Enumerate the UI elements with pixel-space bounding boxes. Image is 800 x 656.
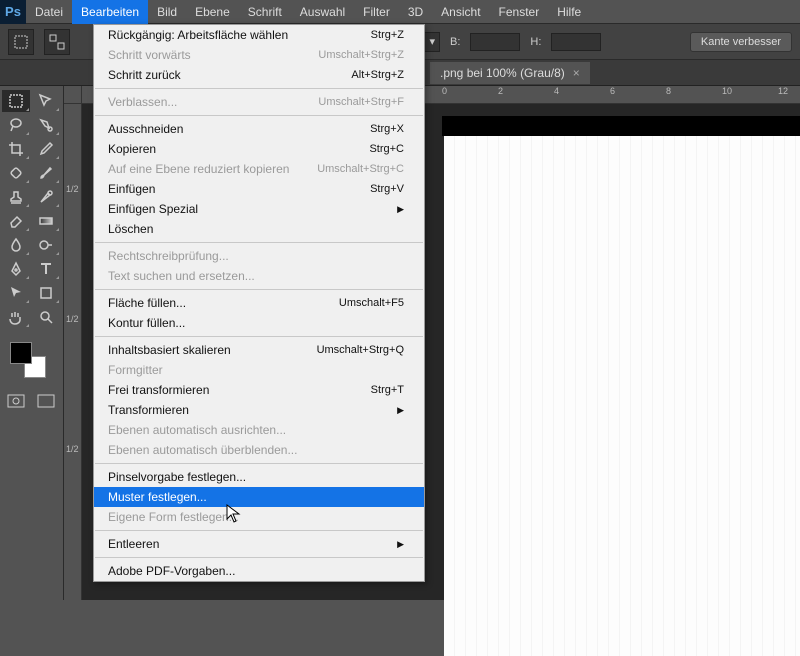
menu-item[interactable]: Pinselvorgabe festlegen... <box>94 467 424 487</box>
crop-tool[interactable] <box>2 138 30 160</box>
screenmode-icon[interactable] <box>32 390 60 412</box>
menu-item[interactable]: Fläche füllen...Umschalt+F5 <box>94 293 424 313</box>
menu-schrift[interactable]: Schrift <box>239 0 291 24</box>
current-tool-icon[interactable] <box>8 29 34 55</box>
menu-item[interactable]: Entleeren▶ <box>94 534 424 554</box>
stamp-tool[interactable] <box>2 186 30 208</box>
width-label: B: <box>450 36 460 48</box>
menu-bearbeiten[interactable]: Bearbeiten <box>72 0 148 24</box>
menu-item: Auf eine Ebene reduziert kopierenUmschal… <box>94 159 424 179</box>
marquee-tool[interactable] <box>2 90 30 112</box>
menu-auswahl[interactable]: Auswahl <box>291 0 354 24</box>
menu-item[interactable]: Löschen <box>94 219 424 239</box>
pen-tool[interactable] <box>2 258 30 280</box>
foreground-swatch[interactable] <box>10 342 32 364</box>
eyedropper-tool[interactable] <box>32 138 60 160</box>
lasso-tool[interactable] <box>2 114 30 136</box>
document-tab[interactable]: .png bei 100% (Grau/8) × <box>430 62 590 84</box>
menu-item[interactable]: KopierenStrg+C <box>94 139 424 159</box>
eraser-tool[interactable] <box>2 210 30 232</box>
document-canvas[interactable] <box>444 136 800 656</box>
menu-item: Eigene Form festlegen... <box>94 507 424 527</box>
menu-item[interactable]: Muster festlegen... <box>94 487 424 507</box>
hand-tool[interactable] <box>2 306 30 328</box>
ruler-origin[interactable] <box>64 86 82 104</box>
menu-item: Rechtschreibprüfung... <box>94 246 424 266</box>
close-icon[interactable]: × <box>573 66 580 80</box>
move-tool[interactable] <box>32 90 60 112</box>
shape-tool[interactable] <box>32 282 60 304</box>
tools-panel <box>0 86 64 600</box>
menu-item[interactable]: EinfügenStrg+V <box>94 179 424 199</box>
menubar: Ps DateiBearbeitenBildEbeneSchriftAuswah… <box>0 0 800 24</box>
path-select-tool[interactable] <box>2 282 30 304</box>
menu-hilfe[interactable]: Hilfe <box>548 0 590 24</box>
menu-item: Ebenen automatisch überblenden... <box>94 440 424 460</box>
ruler-vertical[interactable]: 1/21/21/2 <box>64 104 82 600</box>
history-brush-tool[interactable] <box>32 186 60 208</box>
marquee-preset-icon[interactable] <box>44 29 70 55</box>
width-field[interactable] <box>470 33 520 51</box>
quick-select-tool[interactable] <box>32 114 60 136</box>
menu-item: Text suchen und ersetzen... <box>94 266 424 286</box>
document-tab-title: .png bei 100% (Grau/8) <box>440 66 565 80</box>
dodge-tool[interactable] <box>32 234 60 256</box>
height-label: H: <box>530 36 541 48</box>
menu-item[interactable]: Inhaltsbasiert skalierenUmschalt+Strg+Q <box>94 340 424 360</box>
quickmask-icon[interactable] <box>2 390 30 412</box>
blur-tool[interactable] <box>2 234 30 256</box>
menu-item[interactable]: Adobe PDF-Vorgaben... <box>94 561 424 581</box>
menu-fenster[interactable]: Fenster <box>490 0 549 24</box>
healing-tool[interactable] <box>2 162 30 184</box>
menu-item: Verblassen...Umschalt+Strg+F <box>94 92 424 112</box>
menu-item[interactable]: Frei transformierenStrg+T <box>94 380 424 400</box>
menu-bild[interactable]: Bild <box>148 0 186 24</box>
menu-datei[interactable]: Datei <box>26 0 72 24</box>
height-field[interactable] <box>551 33 601 51</box>
type-tool[interactable] <box>32 258 60 280</box>
menu-item: Formgitter <box>94 360 424 380</box>
menu-item[interactable]: Schritt zurückAlt+Strg+Z <box>94 65 424 85</box>
menu-ansicht[interactable]: Ansicht <box>432 0 489 24</box>
menu-item: Ebenen automatisch ausrichten... <box>94 420 424 440</box>
menu-item: Schritt vorwärtsUmschalt+Strg+Z <box>94 45 424 65</box>
menu-filter[interactable]: Filter <box>354 0 399 24</box>
app-logo: Ps <box>0 0 26 24</box>
refine-edge-button[interactable]: Kante verbesser <box>690 32 792 52</box>
menu-item[interactable]: Kontur füllen... <box>94 313 424 333</box>
zoom-tool[interactable] <box>32 306 60 328</box>
color-swatches[interactable] <box>10 342 46 378</box>
menu-ebene[interactable]: Ebene <box>186 0 239 24</box>
brush-tool[interactable] <box>32 162 60 184</box>
edit-menu-dropdown: Rückgängig: Arbeitsfläche wählenStrg+ZSc… <box>93 24 425 582</box>
menu-item[interactable]: Rückgängig: Arbeitsfläche wählenStrg+Z <box>94 25 424 45</box>
menu-item[interactable]: Einfügen Spezial▶ <box>94 199 424 219</box>
menu-3d[interactable]: 3D <box>399 0 432 24</box>
menu-item[interactable]: AusschneidenStrg+X <box>94 119 424 139</box>
gradient-tool[interactable] <box>32 210 60 232</box>
menu-item[interactable]: Transformieren▶ <box>94 400 424 420</box>
